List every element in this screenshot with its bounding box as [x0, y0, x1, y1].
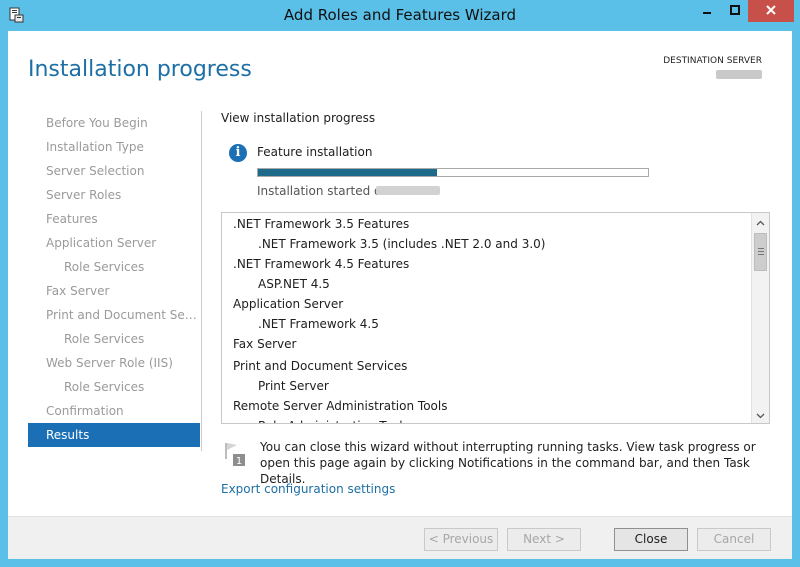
installation-started-label: Installation started on: [257, 184, 389, 198]
wizard-nav: Before You Begin Installation Type Serve…: [28, 111, 200, 447]
nav-item-application-server: Application Server: [46, 236, 157, 250]
nav-item-application-server-role-services: Role Services: [64, 260, 145, 274]
page-title: Installation progress: [28, 57, 252, 82]
close-button[interactable]: Close: [614, 528, 688, 551]
svg-text:1: 1: [236, 456, 242, 467]
nav-item-features: Features: [46, 212, 98, 226]
minimize-button[interactable]: [692, 0, 721, 22]
nav-item-print-document-services: Print and Document Servi...: [46, 308, 200, 322]
nav-item-before-you-begin: Before You Begin: [46, 116, 148, 130]
feature-list-child-item: Print Server: [258, 379, 329, 393]
nav-item-server-selection: Server Selection: [46, 164, 145, 178]
title-bar[interactable]: Add Roles and Features Wizard: [0, 0, 800, 31]
feature-list-child-item: Role Administration Tools: [222, 417, 752, 423]
installation-started-value-redacted: [376, 186, 440, 195]
maximize-button[interactable]: [721, 0, 748, 22]
nav-item-web-server-role: Web Server Role (IIS): [46, 356, 173, 370]
task-flag-icon: 1: [223, 441, 247, 467]
scroll-up-button[interactable]: [752, 213, 769, 230]
nav-item-server-roles: Server Roles: [46, 188, 122, 202]
nav-item-confirmation: Confirmation: [46, 404, 124, 418]
grip-line: [758, 248, 764, 249]
feature-list-parent-item: .NET Framework 4.5 Features: [233, 257, 410, 271]
export-configuration-link[interactable]: Export configuration settings: [221, 482, 395, 496]
nav-item-installation-type: Installation Type: [46, 140, 144, 154]
chevron-up-icon: [756, 215, 765, 229]
feature-installation-label: Feature installation: [257, 145, 373, 159]
features-list-scrollbar[interactable]: [751, 213, 769, 423]
feature-list-parent-item: Fax Server: [233, 337, 297, 351]
feature-list-child-item: .NET Framework 4.5: [258, 317, 379, 331]
scrollbar-thumb[interactable]: [754, 233, 767, 271]
window-title: Add Roles and Features Wizard: [283, 6, 517, 24]
wizard-close-note: You can close this wizard without interr…: [260, 440, 756, 486]
feature-list-parent-item: .NET Framework 3.5 Features: [233, 217, 410, 231]
feature-list-parent-item: Remote Server Administration Tools: [233, 399, 448, 413]
installation-progress-bar: [257, 168, 649, 177]
feature-list-child-item: ASP.NET 4.5: [258, 277, 330, 291]
section-heading: View installation progress: [221, 111, 376, 125]
minimize-icon: [702, 4, 712, 18]
nav-item-web-role-services: Role Services: [64, 380, 145, 394]
wizard-content: Installation progress DESTINATION SERVER…: [8, 31, 792, 559]
info-icon: i: [229, 144, 247, 162]
feature-list-parent-item: Print and Document Services: [233, 359, 408, 373]
progress-bar-fill: [258, 169, 438, 176]
next-button[interactable]: Next >: [507, 528, 581, 551]
close-icon: [765, 4, 777, 19]
maximize-icon: [729, 4, 740, 18]
scroll-down-button[interactable]: [752, 406, 769, 423]
grip-line: [758, 254, 764, 255]
installed-features-list[interactable]: .NET Framework 3.5 Features .NET Framewor…: [221, 212, 770, 424]
feature-list-child-item: .NET Framework 3.5 (includes .NET 2.0 an…: [258, 237, 546, 251]
wizard-window: Add Roles and Features Wizard Installati…: [0, 0, 800, 567]
close-window-button[interactable]: [748, 0, 794, 22]
wizard-footer: < Previous Next > Close Cancel: [8, 516, 792, 559]
features-list-body: .NET Framework 3.5 Features .NET Framewor…: [222, 213, 752, 423]
grip-line: [758, 251, 764, 252]
destination-server-label: DESTINATION SERVER: [663, 56, 762, 66]
nav-item-results[interactable]: Results: [28, 423, 200, 447]
nav-divider: [201, 111, 202, 451]
nav-item-fax-server: Fax Server: [46, 284, 110, 298]
cancel-button[interactable]: Cancel: [697, 528, 771, 551]
feature-list-parent-item: Application Server: [233, 297, 344, 311]
nav-item-print-role-services: Role Services: [64, 332, 145, 346]
destination-server-value-redacted: [716, 70, 762, 79]
previous-button[interactable]: < Previous: [424, 528, 498, 551]
chevron-down-icon: [756, 408, 765, 422]
